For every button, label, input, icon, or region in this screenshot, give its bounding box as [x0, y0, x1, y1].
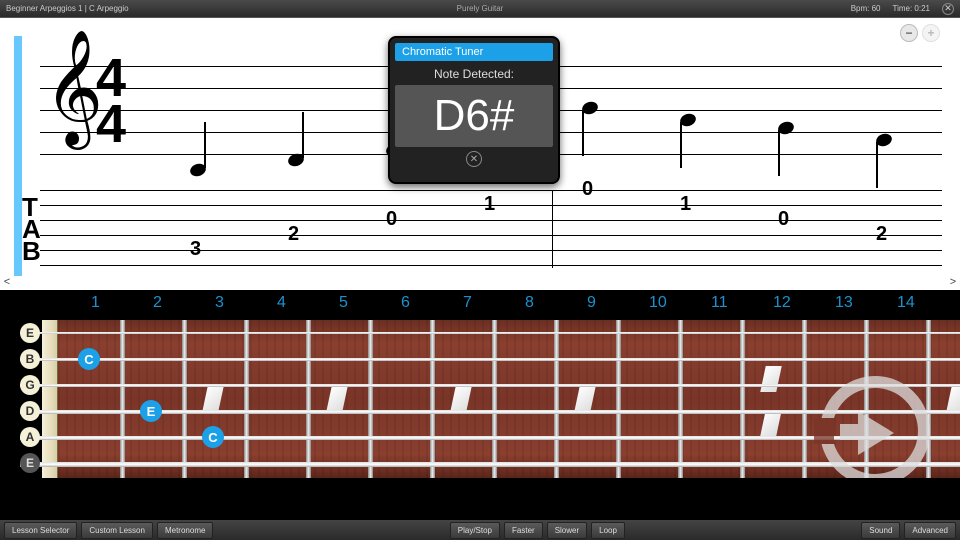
finger-marker: C [202, 426, 224, 448]
finger-marker: E [140, 400, 162, 422]
fretboard-area: 123456789101112131415 EBGDAE CEC [0, 290, 960, 520]
bpm-label: Bpm: 60 [851, 4, 881, 13]
scroll-left-button[interactable]: < [0, 18, 14, 290]
guitar-string[interactable] [20, 462, 960, 467]
fret-number: 9 [587, 294, 596, 312]
guitar-string[interactable] [20, 358, 960, 361]
nut [42, 320, 58, 478]
guitar-string[interactable] [20, 384, 960, 387]
fret-number: 5 [339, 294, 348, 312]
tuner-detected-label: Note Detected: [390, 67, 558, 81]
score-area: < − + 𝄞 4 4 [0, 18, 960, 290]
tab-barline [552, 190, 553, 268]
fret [244, 320, 249, 478]
fret-numbers-row: 123456789101112131415 [46, 294, 960, 314]
zoom-out-button[interactable]: − [900, 24, 918, 42]
time-label: Time: 0:21 [893, 4, 931, 13]
note-stem [582, 110, 584, 156]
fret [802, 320, 807, 478]
fret-number: 4 [277, 294, 286, 312]
open-string-label: E [20, 323, 40, 343]
tab-number: 0 [386, 208, 397, 231]
advanced-button[interactable]: Advanced [904, 522, 956, 539]
tuner-close-button[interactable]: ✕ [466, 151, 482, 167]
open-string-label: E [20, 453, 40, 473]
loop-button[interactable]: Loop [591, 522, 625, 539]
open-string-label: B [20, 349, 40, 369]
fret-number: 6 [401, 294, 410, 312]
replay-overlay-icon[interactable] [820, 376, 930, 478]
fret [368, 320, 373, 478]
fret [678, 320, 683, 478]
fret-number: 7 [463, 294, 472, 312]
fret [182, 320, 187, 478]
top-bar: Beginner Arpeggios 1 | C Arpeggio Purely… [0, 0, 960, 18]
open-string-label: D [20, 401, 40, 421]
tablature-staff: T A B 32010102 [40, 190, 942, 268]
scroll-right-button[interactable]: > [946, 18, 960, 290]
slower-button[interactable]: Slower [547, 522, 587, 539]
fret-number: 3 [215, 294, 224, 312]
app-brand: Purely Guitar [457, 4, 504, 13]
bottom-toolbar: Lesson Selector Custom Lesson Metronome … [0, 520, 960, 540]
metronome-button[interactable]: Metronome [157, 522, 213, 539]
fret-number: 1 [91, 294, 100, 312]
fret-number: 11 [711, 294, 728, 312]
tuner-header: Chromatic Tuner [395, 43, 553, 61]
note-stem [302, 112, 304, 158]
open-string-label: G [20, 375, 40, 395]
close-button[interactable]: ✕ [942, 3, 954, 15]
tab-number: 2 [288, 223, 299, 246]
fret [430, 320, 435, 478]
fret [306, 320, 311, 478]
fretboard[interactable]: EBGDAE CEC [20, 320, 960, 478]
custom-lesson-button[interactable]: Custom Lesson [81, 522, 153, 539]
tab-label: T A B [22, 196, 41, 262]
fret-number: 14 [897, 294, 915, 312]
fret [740, 320, 745, 478]
tuner-note-value: D6# [395, 85, 553, 147]
fret [616, 320, 621, 478]
note-stem [876, 142, 878, 188]
lesson-title: Beginner Arpeggios 1 | C Arpeggio [6, 4, 851, 13]
fret-number: 10 [649, 294, 667, 312]
time-signature: 4 4 [96, 56, 126, 148]
fret-number: 8 [525, 294, 534, 312]
open-string-label: A [20, 427, 40, 447]
playhead-marker [14, 36, 22, 276]
fret [554, 320, 559, 478]
tab-number: 3 [190, 238, 201, 261]
sound-button[interactable]: Sound [861, 522, 900, 539]
fret [120, 320, 125, 478]
fret-number: 13 [835, 294, 853, 312]
tab-number: 0 [582, 178, 593, 201]
play-stop-button[interactable]: Play/Stop [450, 522, 500, 539]
faster-button[interactable]: Faster [504, 522, 543, 539]
note-stem [680, 122, 682, 168]
finger-marker: C [78, 348, 100, 370]
tab-number: 1 [484, 193, 495, 216]
note-stem [778, 130, 780, 176]
tab-number: 2 [876, 223, 887, 246]
guitar-string[interactable] [20, 332, 960, 334]
chromatic-tuner-panel[interactable]: Chromatic Tuner Note Detected: D6# ✕ [388, 36, 560, 184]
fret-number: 2 [153, 294, 162, 312]
zoom-in-button[interactable]: + [922, 24, 940, 42]
treble-clef-icon: 𝄞 [44, 38, 103, 138]
fret [492, 320, 497, 478]
lesson-selector-button[interactable]: Lesson Selector [4, 522, 77, 539]
note-stem [204, 122, 206, 168]
tab-number: 0 [778, 208, 789, 231]
fret-number: 12 [773, 294, 791, 312]
tab-number: 1 [680, 193, 691, 216]
